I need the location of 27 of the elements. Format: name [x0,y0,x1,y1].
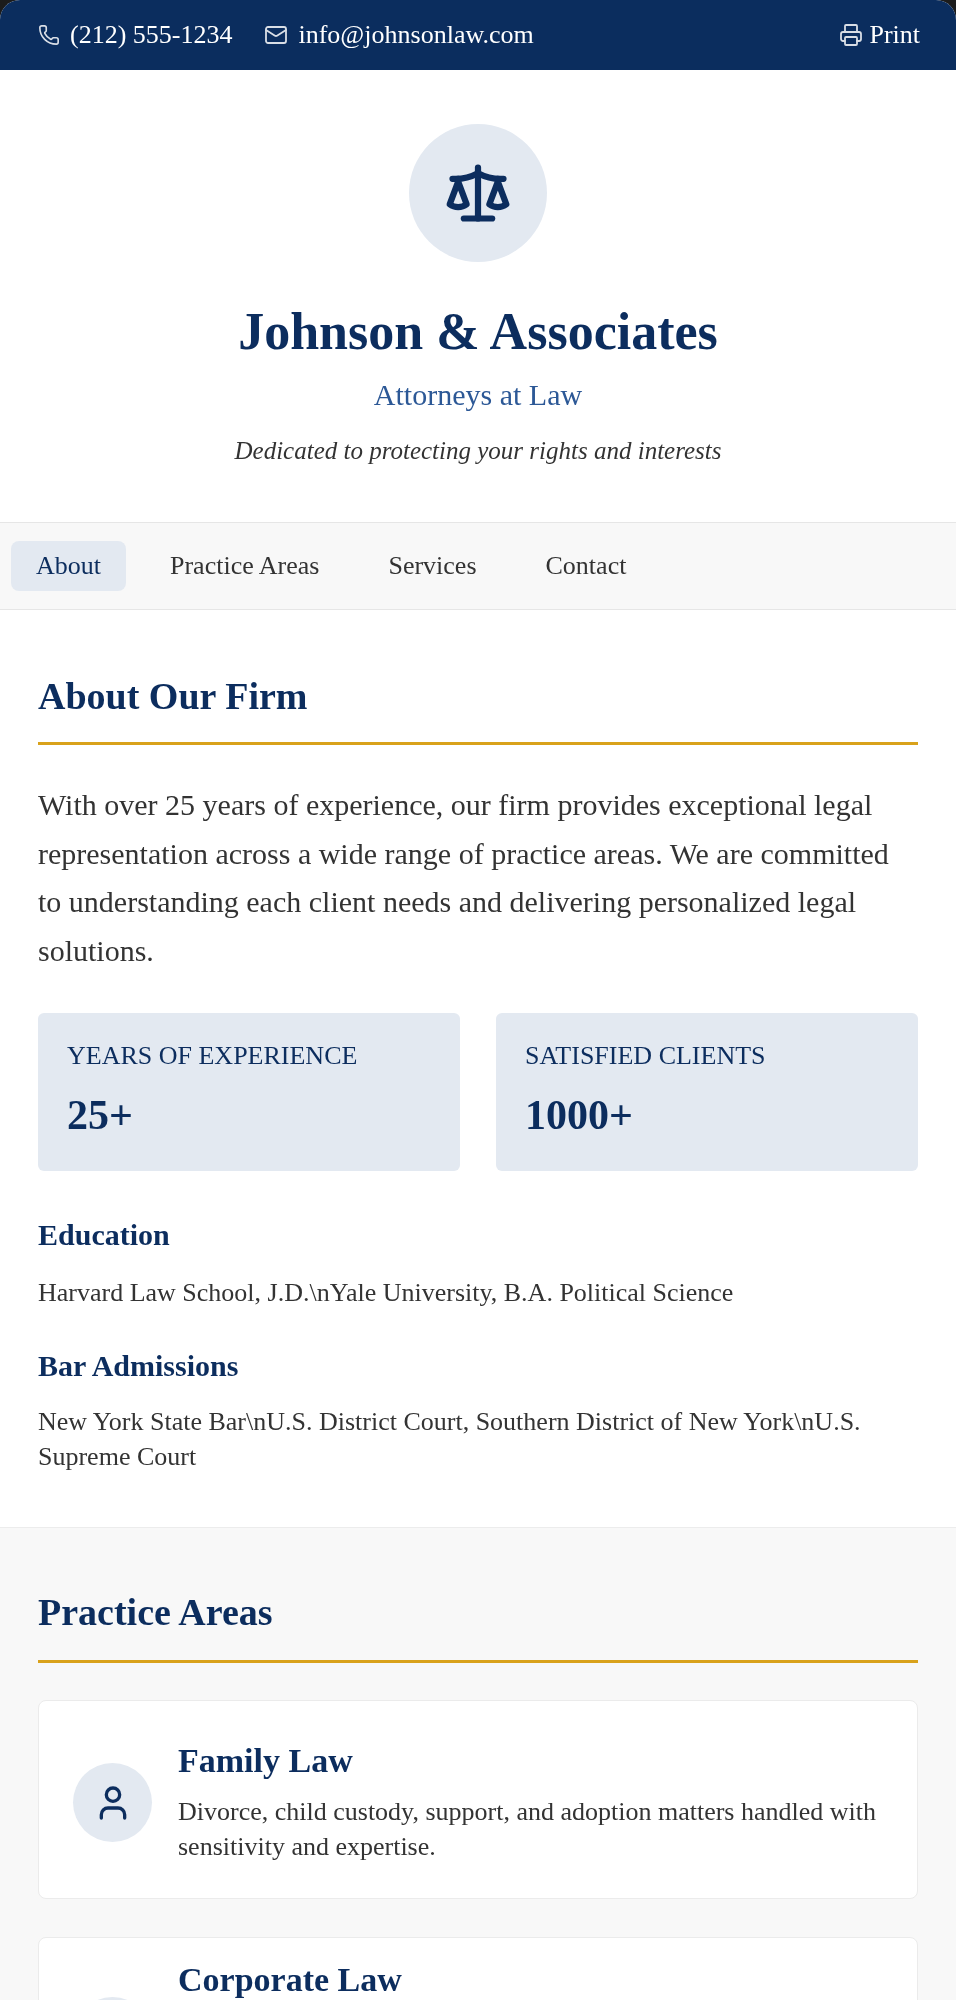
stat-value: 1000+ [525,1091,634,1139]
mail-icon [264,23,289,47]
stat-label: YEARS OF EXPERIENCE [67,1041,359,1071]
nav-tab[interactable]: Services [363,541,502,591]
section-heading: About Our Firm [38,674,309,719]
detail-text: New York State Bar\nU.S. District Court, Southern District of New York\nU.S. Supreme Court [38,1406,862,1473]
print-button[interactable]: Print [839,20,920,50]
nav-tab[interactable]: About [11,541,126,591]
firm-name: Johnson & Associates [238,302,718,362]
practice-title: Family Law [178,1741,354,1781]
phone-link[interactable]: (212) 555-1234 [70,20,233,50]
phone-icon [38,24,60,46]
practice-description: Divorce, child custody, support, and adoption matters handled with sensitivity and expertise. [178,1796,877,1863]
practice-title: Corporate Law [178,1960,402,2000]
firm-tagline: Dedicated to protecting your rights and interests [234,436,722,466]
nav-tab[interactable]: Contact [520,541,652,591]
detail-text: Harvard Law School, J.D.\nYale University, B.A. Political Science [38,1277,735,1309]
about-paragraph: With over 25 years of experience, our firm provides exceptional legal representation across a wide range of practice areas. We are committed to understanding each client needs and delivering personalized legal solutions. [38,787,890,969]
detail-heading: Bar Admissions [38,1348,240,1384]
firm-subtitle: Attorneys at Law [373,377,583,413]
detail-heading: Education [38,1217,171,1253]
stat-label: SATISFIED CLIENTS [525,1041,767,1071]
stat-value: 25+ [67,1091,134,1139]
printer-icon [839,23,864,47]
section-heading: Practice Areas [38,1590,274,1635]
nav-tab[interactable]: Practice Areas [145,541,345,591]
email-link[interactable]: info@johnsonlaw.com [298,20,534,50]
